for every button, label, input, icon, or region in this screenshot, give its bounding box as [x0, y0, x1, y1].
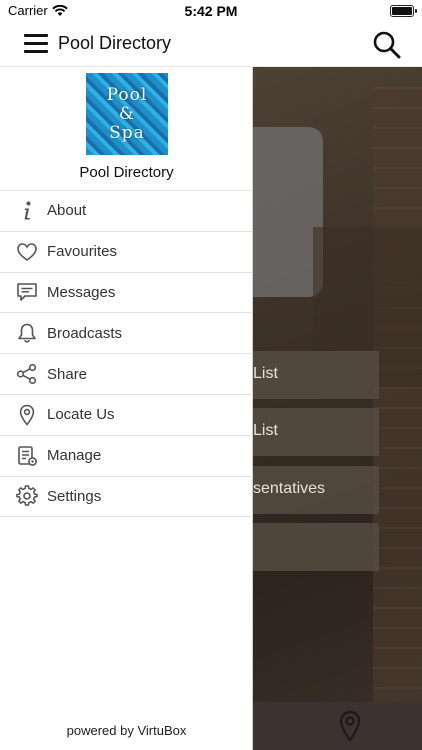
drawer-title: Pool Directory: [79, 164, 174, 181]
menu-item-label: Locate Us: [47, 406, 115, 424]
location-pin-icon[interactable]: [339, 710, 361, 742]
background-list-item[interactable]: [253, 523, 379, 571]
background-image-wall: [373, 87, 422, 727]
menu-item-label: Favourites: [47, 243, 118, 261]
app-bar: Pool Directory: [0, 22, 422, 67]
logo-line: &: [118, 103, 136, 124]
menu-item-label: About: [47, 202, 87, 220]
menu-item-locate-us[interactable]: Locate Us: [0, 395, 253, 436]
logo-line: Spa: [109, 122, 145, 143]
powered-by-footer: powered by VirtuBox: [66, 723, 187, 738]
search-icon[interactable]: [372, 30, 402, 60]
gear-icon: [16, 485, 38, 507]
main-content-background: List List sentatives: [253, 67, 422, 750]
menu-item-label: Settings: [47, 487, 102, 505]
menu-item-label: Messages: [47, 283, 116, 301]
menu-item-settings[interactable]: Settings: [0, 477, 253, 518]
share-icon: [16, 363, 38, 385]
menu-item-manage[interactable]: Manage: [0, 436, 253, 477]
drawer-header: Pool & Spa Pool Directory: [0, 67, 252, 191]
logo-line: Pool: [106, 84, 148, 105]
messages-icon: [16, 281, 38, 303]
page-title: Pool Directory: [58, 33, 172, 53]
menu-item-label: Broadcasts: [47, 324, 123, 342]
menu-item-label: Share: [47, 365, 88, 383]
clock: 5:42 PM: [184, 3, 238, 19]
menu-item-broadcasts[interactable]: Broadcasts: [0, 313, 253, 355]
menu-item-label: Manage: [47, 447, 102, 465]
hamburger-menu-icon[interactable]: [24, 34, 48, 54]
heart-icon: [16, 241, 38, 263]
menu-item-share[interactable]: Share: [0, 354, 253, 395]
menu-item-messages[interactable]: Messages: [0, 273, 253, 314]
menu-item-about[interactable]: About: [0, 191, 253, 232]
location-pin-icon: [16, 404, 38, 426]
drawer-menu: About Favourites Messages Broadcasts Sha…: [0, 191, 253, 518]
manage-icon: [16, 445, 38, 467]
battery-icon: [390, 5, 417, 17]
info-icon: [16, 200, 38, 222]
menu-item-favourites[interactable]: Favourites: [0, 232, 253, 273]
background-list-item[interactable]: List: [253, 408, 379, 456]
app-logo: Pool & Spa: [86, 73, 168, 155]
background-list-item[interactable]: List: [253, 351, 379, 399]
navigation-drawer: Pool & Spa Pool Directory About Favourit…: [0, 67, 253, 750]
bottom-tab-bar: [253, 702, 422, 750]
status-bar: Carrier 5:42 PM: [0, 0, 422, 22]
bell-icon: [16, 322, 38, 344]
background-list-item[interactable]: sentatives: [253, 466, 379, 514]
